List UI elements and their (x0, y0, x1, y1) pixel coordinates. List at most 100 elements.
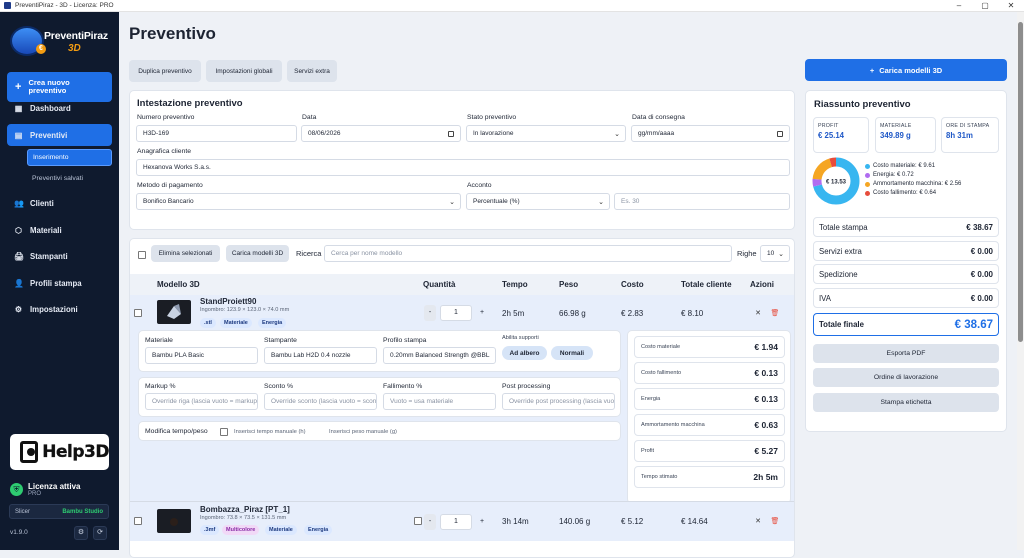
cost-row: Energia € 0.13 (634, 388, 785, 410)
sidebar-item-label: Impostazioni (30, 304, 78, 314)
shield-icon: ⛨ (10, 483, 23, 496)
col-quantity: Quantità (423, 280, 456, 289)
plus-icon: + (15, 81, 22, 93)
payment-method-select[interactable]: Bonifico Bancario ⌄ (136, 193, 461, 210)
load-models-button[interactable]: Carica modelli 3D (226, 245, 289, 262)
cost-label: Profit (641, 448, 655, 454)
legend-label: Energia: € 0.72 (873, 172, 914, 178)
customer-input[interactable]: Hexanova Works S.a.s. (136, 159, 790, 176)
extra-services-button[interactable]: Servizi extra (287, 60, 337, 82)
summary-value: € 38.67 (966, 222, 993, 232)
cost-row: Ammortamento macchina € 0.63 (634, 414, 785, 436)
page-scrollbar[interactable] (1017, 12, 1024, 550)
calendar-icon[interactable] (448, 130, 454, 137)
qty-decrement-button[interactable]: - (424, 305, 436, 321)
qty-decrement-button[interactable]: - (424, 514, 436, 530)
multicolor-checkbox[interactable] (414, 517, 422, 525)
qty-input[interactable]: 1 (440, 305, 472, 321)
sidebar-item-stampanti[interactable]: 🖨 Stampanti (7, 245, 112, 267)
deposit-type-select[interactable]: Percentuale (%) ⌄ (466, 193, 610, 210)
summary-row-vat: IVA € 0.00 (813, 288, 999, 308)
legend-depreciation: Ammortamento macchina: € 2.56 (865, 181, 961, 187)
trash-icon[interactable]: 🗑 (769, 516, 781, 528)
kpi-value: 8h 31m (946, 131, 973, 140)
load-models-primary-button[interactable]: + Carica modelli 3D (805, 59, 1007, 81)
customer-label: Anagrafica cliente (137, 148, 192, 155)
collapse-icon[interactable]: ✕ (752, 308, 764, 320)
date-label: Data (302, 114, 317, 121)
row-checkbox[interactable] (134, 309, 142, 317)
search-label: Ricerca (296, 249, 322, 258)
minimize-button[interactable]: – (946, 1, 972, 10)
qty-increment-button[interactable]: + (476, 514, 488, 530)
date-input[interactable]: 08/06/2026 (301, 125, 461, 142)
sidebar-item-label: Dashboard (30, 103, 71, 113)
delete-selected-button[interactable]: Elimina selezionati (151, 245, 220, 262)
quote-header-card: Intestazione preventivo Numero preventiv… (129, 90, 795, 230)
model-dimensions: Ingombro: 73.8 × 73.5 × 131.5 mm (200, 515, 287, 521)
printer-select[interactable]: Bambu Lab H2D 0.4 nozzle (264, 347, 377, 364)
duplicate-quote-button[interactable]: Duplica preventivo (129, 60, 201, 82)
final-total-label: Totale finale (819, 320, 864, 329)
profile-select[interactable]: 0.20mm Balanced Strength @BBL (383, 347, 496, 364)
markup-input[interactable]: Override riga (lascia vuoto = markup) (145, 393, 258, 410)
sidebar-item-clienti[interactable]: 👥 Clienti (7, 192, 112, 214)
qty-input[interactable]: 1 (440, 514, 472, 530)
quote-number-input[interactable]: H3D-169 (136, 125, 297, 142)
status-label: Stato preventivo (467, 114, 517, 121)
failure-input[interactable]: Vuoto = usa materiale (383, 393, 496, 410)
sidebar-subitem-preventivi-salvati[interactable]: Preventivi salvati (27, 170, 112, 187)
dashboard-icon: ▦ (14, 103, 23, 113)
status-select[interactable]: In lavorazione ⌄ (466, 125, 626, 142)
refresh-icon[interactable]: ⟳ (93, 526, 107, 540)
sidebar-item-profili-stampa[interactable]: 👤 Profili stampa (7, 272, 112, 294)
cost-value: 2h 5m (753, 472, 778, 482)
manual-override-card: Modifica tempo/peso Inserisci tempo manu… (138, 421, 621, 441)
kpi-label: PROFIT (818, 123, 839, 129)
slicer-selector[interactable]: Slicer Bambu Studio (9, 504, 109, 519)
deposit-input[interactable]: Es. 30 (614, 193, 790, 210)
manual-edit-checkbox[interactable] (220, 428, 228, 436)
summary-row-shipping: Spedizione € 0.00 (813, 264, 999, 284)
tree-supports-toggle[interactable]: Ad albero (502, 346, 547, 360)
maximize-button[interactable]: ▢ (972, 1, 998, 10)
kpi-label: MATERIALE (880, 123, 912, 129)
export-pdf-button[interactable]: Esporta PDF (813, 344, 999, 363)
cost-label: Costo materiale (641, 344, 681, 350)
post-processing-input[interactable]: Override post processing (lascia vuoto) (502, 393, 615, 410)
select-all-checkbox[interactable] (138, 251, 146, 259)
row-checkbox[interactable] (134, 517, 142, 525)
summary-title: Riassunto preventivo (814, 99, 911, 110)
sidebar-item-preventivi[interactable]: ▤ Preventivi (7, 124, 112, 146)
close-button[interactable]: ✕ (998, 1, 1024, 10)
rows-select[interactable]: 10 ⌄ (760, 245, 790, 262)
sidebar-subitem-inserimento[interactable]: Inserimento (27, 149, 112, 166)
model-cost: € 5.12 (621, 517, 644, 526)
sidebar-item-materiali[interactable]: ⬡ Materiali (7, 219, 112, 241)
help3d-logo[interactable]: Help3D (10, 434, 110, 470)
discount-input[interactable]: Override sconto (lascia vuoto = sconto) (264, 393, 377, 410)
rows-label: Righe (737, 249, 757, 258)
app-icon (4, 2, 11, 9)
global-settings-button[interactable]: Impostazioni globali (206, 60, 282, 82)
work-order-button[interactable]: Ordine di lavorazione (813, 368, 999, 387)
sidebar-item-impostazioni[interactable]: ⚙ Impostazioni (7, 298, 112, 320)
scrollbar-thumb[interactable] (1018, 22, 1023, 342)
printer-icon: 🖨 (14, 251, 25, 261)
trash-icon[interactable]: 🗑 (769, 308, 781, 320)
settings-icon[interactable]: ⚙ (74, 526, 88, 540)
delivery-date-input[interactable]: gg/mm/aaaa (631, 125, 790, 142)
print-label-button[interactable]: Stampa etichetta (813, 393, 999, 412)
kpi-print-hours: ORE DI STAMPA 8h 31m (941, 117, 999, 153)
format-tag: .3mf (200, 525, 220, 535)
remove-icon[interactable]: ✕ (752, 516, 764, 528)
qty-increment-button[interactable]: + (476, 305, 488, 321)
help3d-icon (20, 441, 39, 463)
material-select[interactable]: Bambu PLA Basic (145, 347, 258, 364)
calendar-icon[interactable] (777, 130, 783, 137)
deposit-type-value: Percentuale (%) (473, 198, 520, 205)
search-input[interactable]: Cerca per nome modello (324, 245, 732, 262)
sidebar-item-dashboard[interactable]: ▦ Dashboard (7, 97, 112, 119)
sidebar: € PreventiPiraz 3D + Crea nuovo preventi… (0, 12, 119, 550)
normal-supports-toggle[interactable]: Normali (551, 346, 593, 360)
